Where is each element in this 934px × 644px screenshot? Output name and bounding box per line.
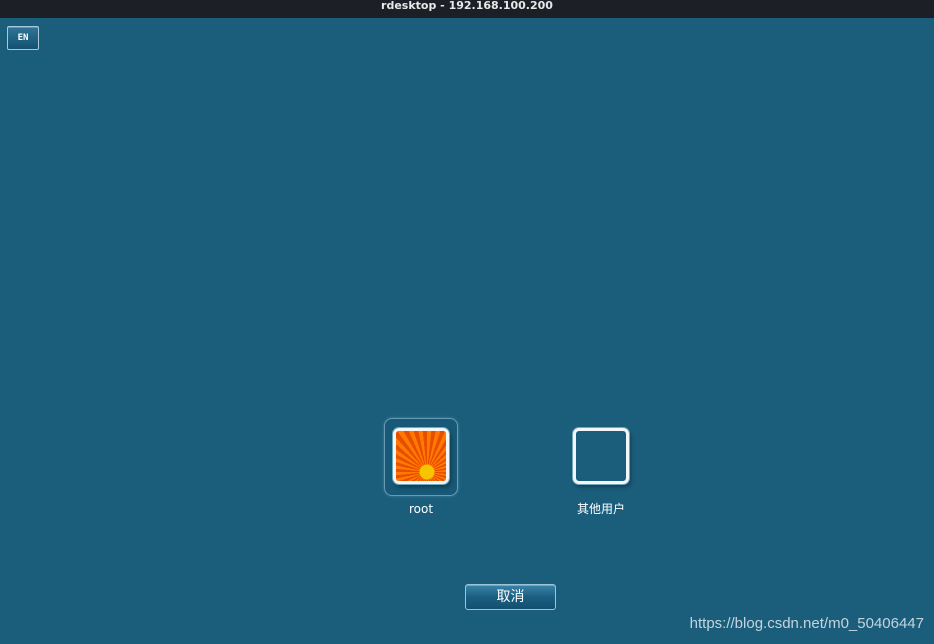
blank-user-icon bbox=[573, 428, 629, 484]
orange-flower-icon bbox=[396, 431, 446, 481]
watermark-text: https://blog.csdn.net/m0_50406447 bbox=[689, 615, 924, 632]
logon-screen bbox=[0, 18, 934, 644]
cancel-button[interactable]: 取消 bbox=[465, 584, 556, 610]
user-name-label: root bbox=[408, 502, 434, 516]
window-titlebar: rdesktop - 192.168.100.200 bbox=[0, 0, 934, 18]
user-tile-frame bbox=[384, 418, 458, 496]
language-indicator-button[interactable]: EN bbox=[7, 26, 39, 50]
window-title: rdesktop - 192.168.100.200 bbox=[381, 0, 553, 12]
user-tile-frame bbox=[564, 418, 638, 496]
avatar bbox=[393, 428, 449, 484]
user-tile-other-user[interactable]: 其他用户 bbox=[556, 418, 646, 516]
user-tile-root[interactable]: root bbox=[376, 418, 466, 516]
user-name-label: 其他用户 bbox=[576, 502, 625, 516]
